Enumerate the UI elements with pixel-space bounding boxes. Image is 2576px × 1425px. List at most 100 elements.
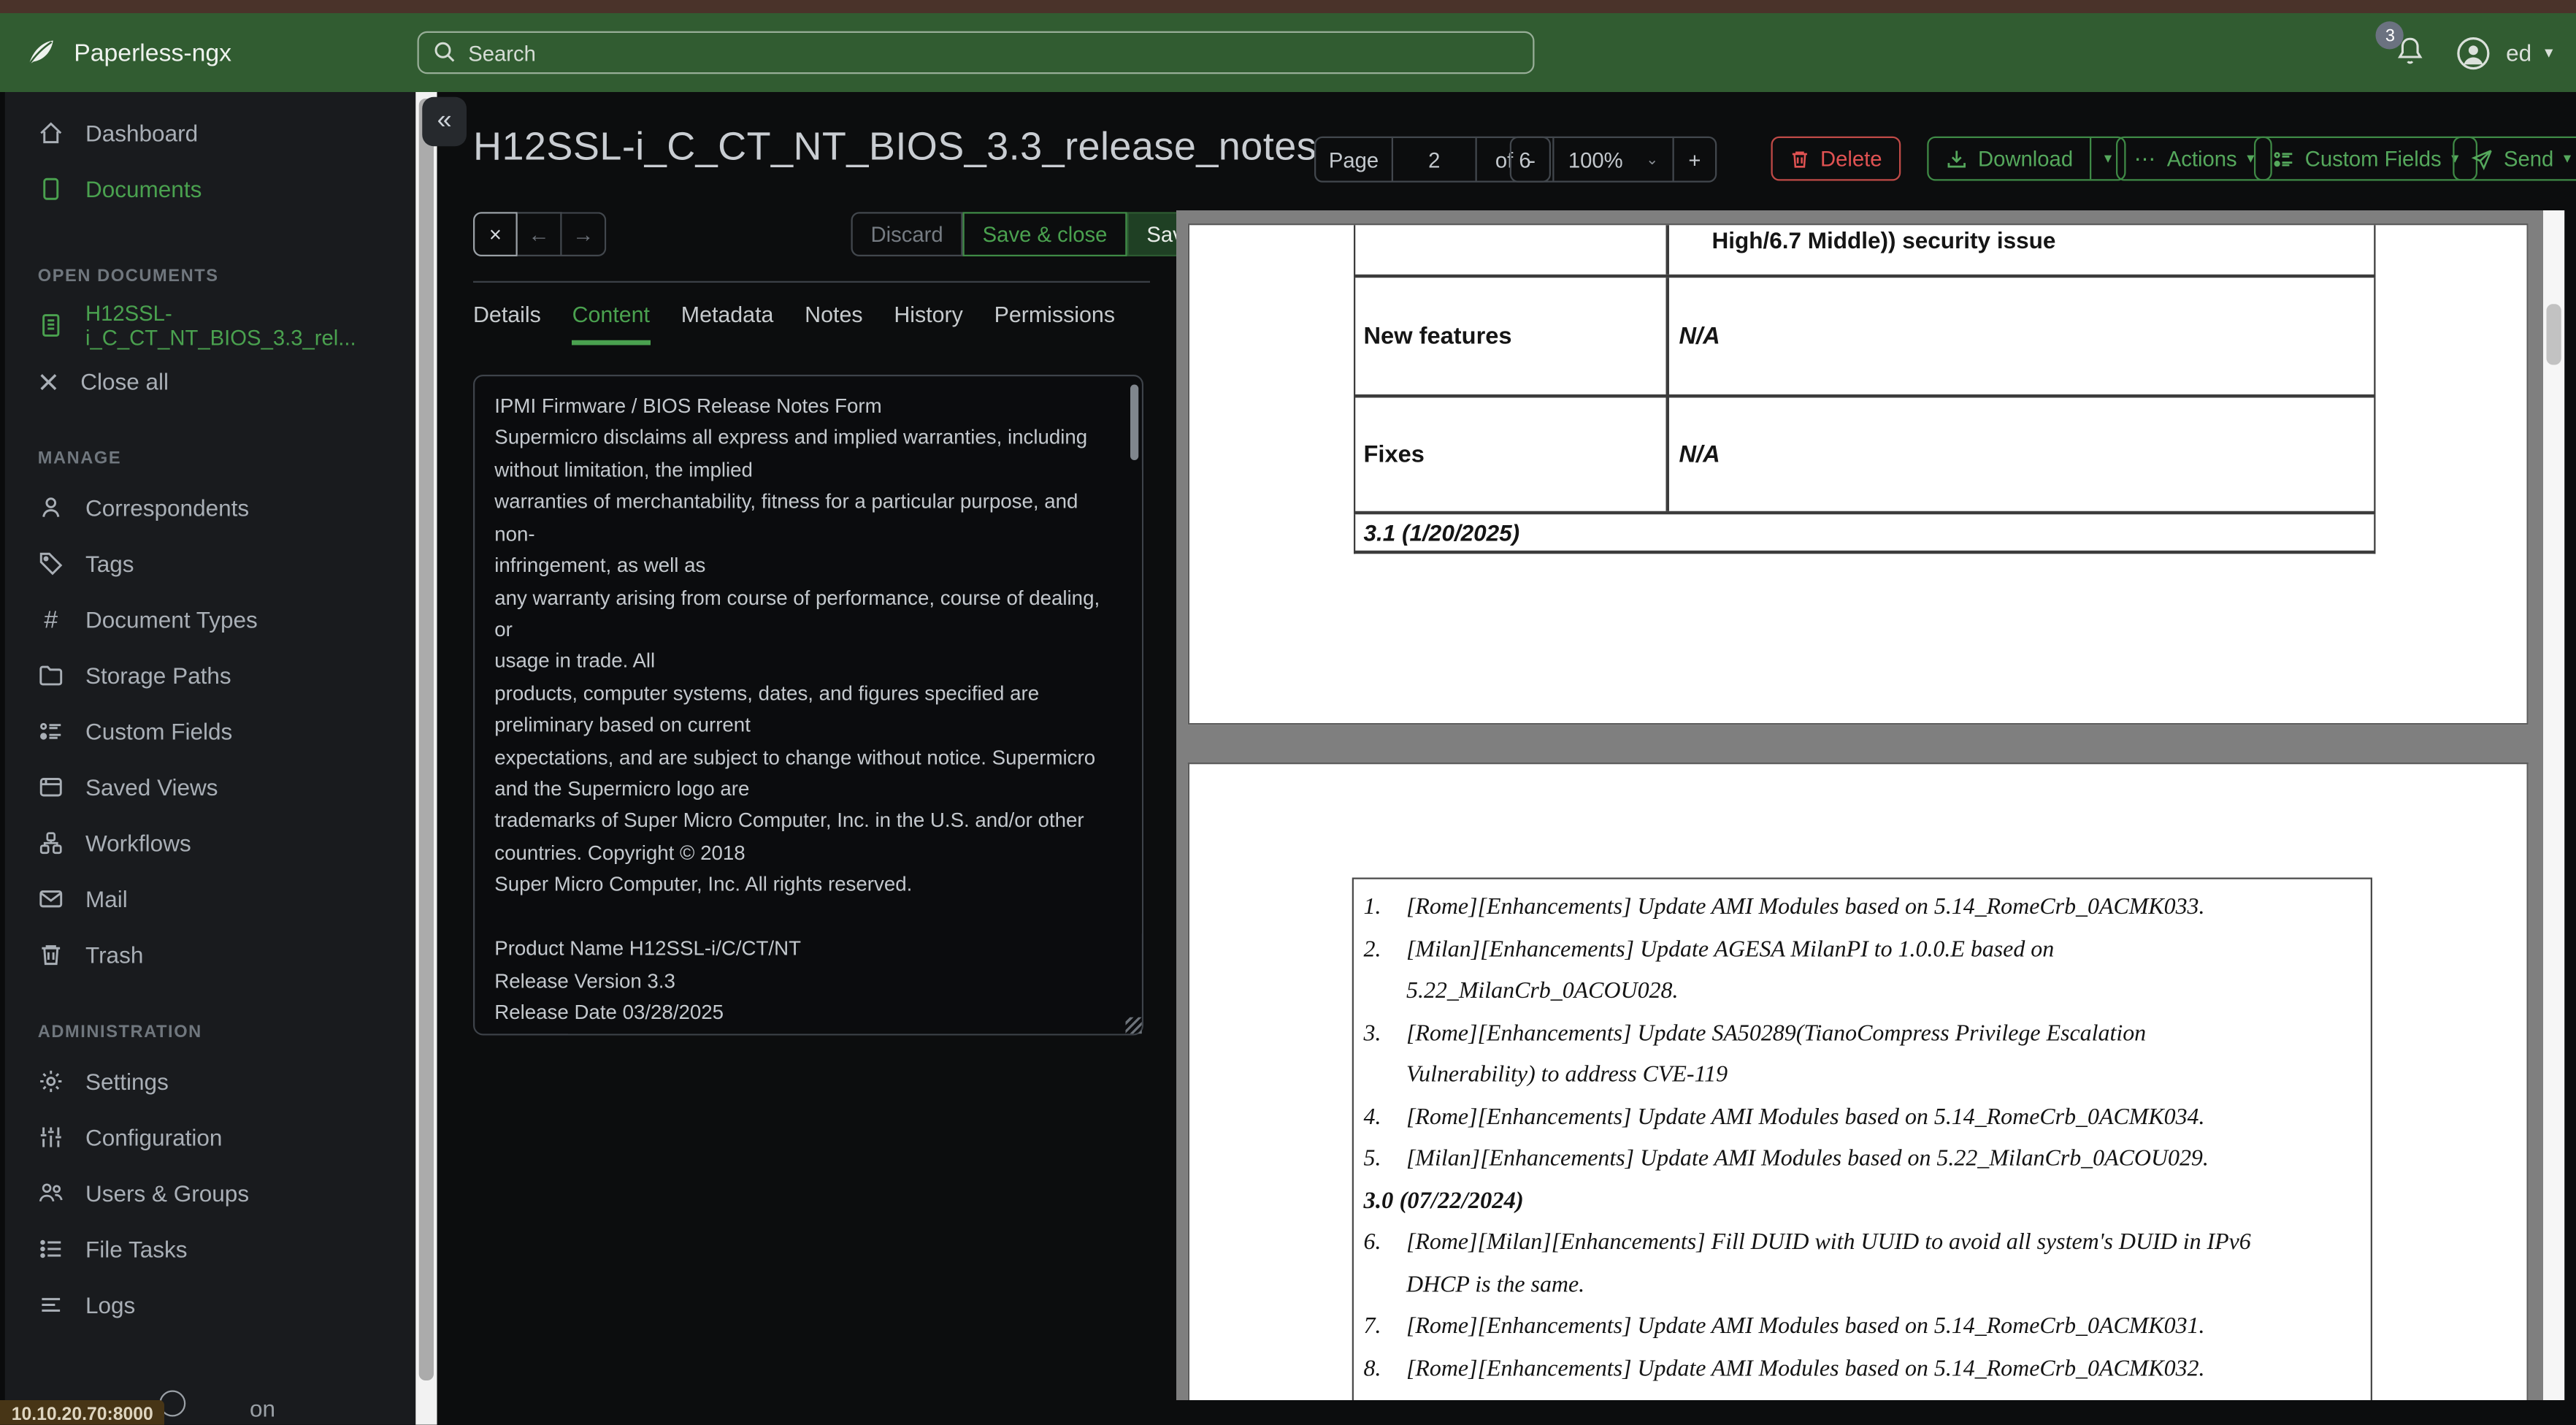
sidebar-item-logs[interactable]: Logs bbox=[5, 1277, 416, 1333]
sidebar-item-settings[interactable]: Settings bbox=[5, 1053, 416, 1109]
sidebar-item-storage-paths[interactable]: Storage Paths bbox=[5, 648, 416, 704]
sidebar-item-custom-fields[interactable]: Custom Fields bbox=[5, 703, 416, 760]
list-item-text: [Rome][Enhancements] Update AMI Modules … bbox=[1406, 1355, 2205, 1382]
sidebar-item-documents[interactable]: Documents bbox=[5, 161, 416, 218]
chevron-down-icon: ⌄ bbox=[1646, 150, 1659, 167]
actions-button[interactable]: ⋯ Actions ▾ bbox=[2116, 136, 2273, 181]
tab-details[interactable]: Details bbox=[473, 302, 541, 345]
next-document-button[interactable]: → bbox=[561, 212, 607, 256]
sidebar-open-document[interactable]: H12SSL-i_C_CT_NT_BIOS_3.3_rel... bbox=[5, 297, 416, 354]
tab-permissions[interactable]: Permissions bbox=[994, 302, 1115, 345]
search-icon bbox=[432, 39, 457, 64]
list-item: 6. [Rome][Milan][Enhancements] Fill DUID… bbox=[1364, 1223, 2358, 1307]
sidebar-item-users-groups[interactable]: Users & Groups bbox=[5, 1165, 416, 1221]
sidebar-collapse-button[interactable]: « bbox=[422, 96, 467, 147]
content-textarea[interactable]: IPMI Firmware / BIOS Release Notes Form … bbox=[473, 375, 1143, 1036]
sidebar-item-trash[interactable]: Trash bbox=[5, 927, 416, 983]
sidebar-close-all[interactable]: Close all bbox=[5, 354, 416, 410]
logs-icon bbox=[38, 1292, 64, 1318]
ellipsis-icon: ⋯ bbox=[2134, 145, 2158, 170]
tab-metadata[interactable]: Metadata bbox=[681, 302, 774, 345]
delete-button[interactable]: Delete bbox=[1771, 136, 1901, 181]
page-number-input[interactable]: 2 bbox=[1391, 138, 1476, 181]
app-window: Paperless-ngx 3 bbox=[0, 0, 2576, 1425]
chevrons-left-icon: « bbox=[437, 107, 452, 135]
list-item-number: 6. bbox=[1363, 1229, 1381, 1256]
sidebar-scrollbar-thumb[interactable] bbox=[418, 99, 434, 1380]
tab-content[interactable]: Content bbox=[572, 302, 651, 345]
sidebar-item-tags[interactable]: Tags bbox=[5, 536, 416, 592]
page-title: H12SSL-i_C_CT_NT_BIOS_3.3_release_notes bbox=[473, 125, 1317, 169]
list-item: 2. [Milan][Enhancements] Update AGESA Mi… bbox=[1364, 929, 2358, 1013]
trash-icon bbox=[38, 941, 64, 968]
sidebar-scrollbar[interactable] bbox=[415, 92, 437, 1425]
zoom-in-button[interactable]: + bbox=[1672, 138, 1716, 181]
user-avatar-icon bbox=[2455, 34, 2493, 72]
tab-notes[interactable]: Notes bbox=[805, 302, 862, 345]
user-menu[interactable]: ed ▾ bbox=[2455, 34, 2553, 72]
textarea-resize-grip[interactable] bbox=[1125, 1017, 1142, 1034]
discard-button[interactable]: Discard bbox=[851, 212, 963, 256]
download-button[interactable]: Download ▾ bbox=[1927, 136, 2127, 181]
folder-icon bbox=[38, 662, 64, 689]
caret-down-icon: ▾ bbox=[2104, 149, 2112, 167]
browser-status-tooltip: 10.10.20.70:8000 bbox=[0, 1400, 165, 1425]
pdf-viewer: High/6.7 Middle)) security issue New fea… bbox=[1176, 210, 2565, 1401]
close-document-button[interactable]: × bbox=[473, 212, 518, 256]
pdf-scrollbar[interactable] bbox=[2543, 210, 2565, 1400]
sidebar-item-saved-views[interactable]: Saved Views bbox=[5, 760, 416, 816]
zoom-out-button[interactable]: - bbox=[1511, 138, 1552, 181]
pdf-page-1: High/6.7 Middle)) security issue New fea… bbox=[1187, 224, 2529, 725]
sidebar-item-label: File Tasks bbox=[85, 1236, 188, 1262]
hash-icon: # bbox=[44, 605, 58, 634]
version-label: 3.1 (1/20/2025) bbox=[1363, 519, 1520, 546]
table-cell-label: New features bbox=[1363, 323, 1512, 350]
previous-document-button[interactable]: ← bbox=[517, 212, 562, 256]
table-row: New features N/A bbox=[1354, 278, 2376, 398]
list-item-text: [Rome][Milan][Enhancements] For UsbBus-e… bbox=[1406, 1391, 2358, 1401]
file-text-icon bbox=[38, 313, 64, 339]
sidebar-item-document-types[interactable]: # Document Types bbox=[5, 592, 416, 648]
custom-fields-label: Custom Fields bbox=[2304, 146, 2442, 171]
list-item-number: 8. bbox=[1363, 1355, 1381, 1382]
person-icon bbox=[38, 494, 64, 521]
home-icon bbox=[38, 120, 64, 146]
table-row: 3.1 (1/20/2025) bbox=[1354, 514, 2376, 554]
table-cell-value: N/A bbox=[1679, 441, 1720, 468]
sidebar-item-label: Correspondents bbox=[85, 494, 250, 522]
page-label: Page bbox=[1328, 147, 1379, 172]
sidebar-item-mail[interactable]: Mail bbox=[5, 871, 416, 928]
browser-top-strip bbox=[0, 0, 2576, 13]
sidebar-item-label: Workflows bbox=[85, 830, 191, 857]
mail-icon bbox=[38, 886, 64, 912]
top-navbar: Paperless-ngx 3 bbox=[0, 13, 2576, 92]
textarea-scrollbar-thumb[interactable] bbox=[1130, 384, 1139, 460]
sidebar-item-correspondents[interactable]: Correspondents bbox=[5, 480, 416, 536]
sidebar-item-label: Settings bbox=[85, 1068, 169, 1095]
table-row: Fixes N/A bbox=[1354, 397, 2376, 515]
list-item-number: 7. bbox=[1363, 1313, 1381, 1340]
zoom-level-value: 100% bbox=[1568, 147, 1623, 172]
list-item: 1. [Rome][Enhancements] Update AMI Modul… bbox=[1364, 887, 2358, 929]
download-label: Download bbox=[1978, 146, 2074, 171]
sidebar-item-label: Users & Groups bbox=[85, 1180, 250, 1207]
list-item-number: 2. bbox=[1363, 936, 1381, 963]
tab-history[interactable]: History bbox=[894, 302, 963, 345]
custom-fields-icon bbox=[38, 718, 64, 744]
sidebar-item-label: Documents bbox=[85, 175, 202, 202]
sidebar-item-dashboard[interactable]: Dashboard bbox=[5, 105, 416, 161]
notifications-button[interactable]: 3 bbox=[2376, 21, 2432, 75]
sidebar-item-configuration[interactable]: Configuration bbox=[5, 1109, 416, 1166]
pdf-scrollbar-thumb[interactable] bbox=[2546, 304, 2561, 365]
save-and-close-button[interactable]: Save & close bbox=[962, 212, 1127, 256]
custom-fields-button[interactable]: Custom Fields ▾ bbox=[2254, 136, 2477, 181]
sidebar-item-workflows[interactable]: Workflows bbox=[5, 815, 416, 871]
table-cell-label: Fixes bbox=[1363, 441, 1425, 468]
saved-views-icon bbox=[38, 774, 64, 801]
send-button[interactable]: Send ▾ bbox=[2453, 136, 2576, 181]
search-input[interactable] bbox=[417, 31, 1535, 75]
sidebar-item-label: Custom Fields bbox=[85, 718, 233, 745]
list-item-text: [Milan][Enhancements] Update AMI Modules… bbox=[1406, 1145, 2209, 1172]
zoom-level-select[interactable]: 100% ⌄ bbox=[1552, 138, 1672, 181]
sidebar-item-file-tasks[interactable]: File Tasks bbox=[5, 1221, 416, 1277]
